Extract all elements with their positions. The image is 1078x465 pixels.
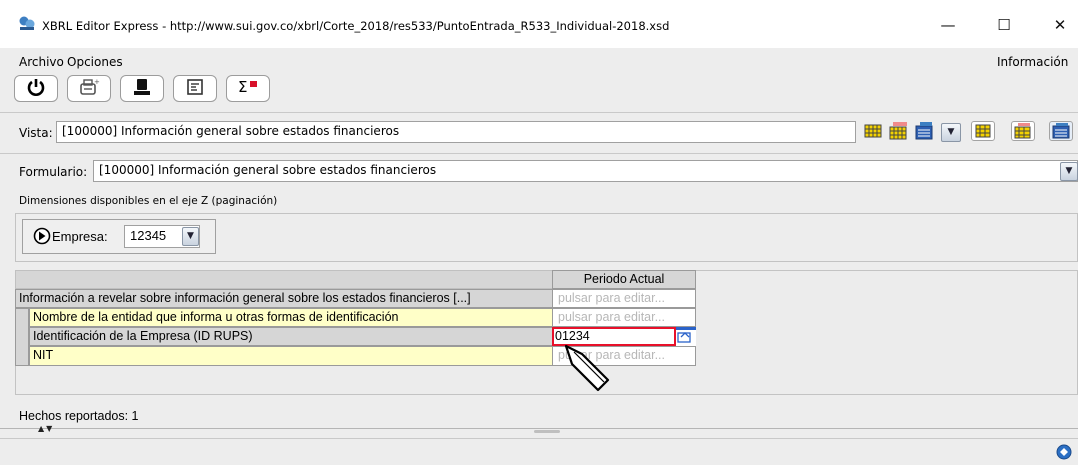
split-pane-divider[interactable] bbox=[0, 428, 1078, 429]
divider-grip[interactable] bbox=[534, 430, 560, 433]
column-header-periodo-actual: Periodo Actual bbox=[552, 270, 696, 289]
edit-cell-icon[interactable] bbox=[676, 327, 696, 346]
empresa-label: Empresa: bbox=[52, 229, 108, 244]
separator bbox=[0, 112, 1078, 113]
view-form-icon[interactable] bbox=[1049, 121, 1073, 141]
menu-bar bbox=[0, 48, 1078, 73]
menu-informacion[interactable]: Información bbox=[997, 55, 1068, 69]
menu-opciones[interactable]: Opciones bbox=[67, 55, 123, 69]
formulario-dropdown-icon[interactable]: ▼ bbox=[1060, 162, 1078, 181]
print-icon: + bbox=[78, 77, 100, 100]
window-title: XBRL Editor Express - http://www.sui.gov… bbox=[42, 19, 670, 33]
minimize-button[interactable]: — bbox=[928, 12, 968, 38]
stamp-icon bbox=[133, 77, 151, 100]
view-grid-icon[interactable] bbox=[971, 121, 995, 141]
table-row-label: Nombre de la entidad que informa u otras… bbox=[29, 308, 553, 327]
dimensions-heading: Dimensiones disponibles en el eje Z (pag… bbox=[19, 195, 278, 207]
vista-form-icon[interactable] bbox=[914, 121, 936, 141]
form-icon bbox=[185, 77, 205, 100]
empresa-dropdown-icon[interactable]: ▼ bbox=[182, 227, 199, 246]
row-indent bbox=[15, 308, 29, 366]
table-row-label: Información a revelar sobre información … bbox=[15, 289, 553, 308]
close-button[interactable]: ✕ bbox=[1040, 12, 1078, 38]
vista-grid-icon[interactable] bbox=[862, 121, 884, 141]
arrow-right-circle-icon bbox=[33, 227, 51, 248]
table-row-label: Identificación de la Empresa (ID RUPS) bbox=[29, 327, 553, 346]
print-button[interactable]: + bbox=[67, 75, 111, 102]
table-row-label: NIT bbox=[29, 346, 553, 366]
vista-grid-dims-icon[interactable] bbox=[888, 121, 910, 141]
svg-text:Σ: Σ bbox=[238, 78, 247, 96]
status-globe-icon bbox=[1056, 444, 1072, 463]
vista-dropdown-icon[interactable]: ▼ bbox=[941, 123, 961, 142]
separator bbox=[0, 153, 1078, 154]
table-row-value[interactable]: pulsar para editar... bbox=[552, 289, 696, 308]
facts-reported-label: Hechos reportados: 1 bbox=[19, 409, 139, 423]
grid-corner bbox=[15, 270, 553, 289]
table-row-value[interactable]: pulsar para editar... bbox=[552, 308, 696, 327]
vista-label: Vista: bbox=[19, 126, 53, 140]
power-icon bbox=[26, 77, 46, 100]
sum-icon: Σ bbox=[236, 77, 260, 100]
menu-archivo[interactable]: Archivo bbox=[19, 55, 64, 69]
formulario-label: Formulario: bbox=[19, 165, 88, 179]
form-button[interactable] bbox=[173, 75, 217, 102]
stamp-button[interactable] bbox=[120, 75, 164, 102]
formulario-select[interactable]: [100000] Información general sobre estad… bbox=[93, 160, 1078, 182]
sum-button[interactable]: Σ bbox=[226, 75, 270, 102]
vista-select[interactable]: [100000] Información general sobre estad… bbox=[56, 121, 856, 143]
maximize-button[interactable]: ☐ bbox=[984, 12, 1024, 38]
collapse-arrows-icon[interactable]: ▲▼ bbox=[38, 424, 54, 433]
power-button[interactable] bbox=[14, 75, 58, 102]
view-grid-dims-icon[interactable] bbox=[1011, 121, 1035, 141]
app-logo-icon bbox=[18, 14, 36, 32]
pointer-cursor-icon bbox=[560, 340, 620, 403]
svg-text:+: + bbox=[94, 78, 100, 86]
separator bbox=[0, 438, 1078, 439]
